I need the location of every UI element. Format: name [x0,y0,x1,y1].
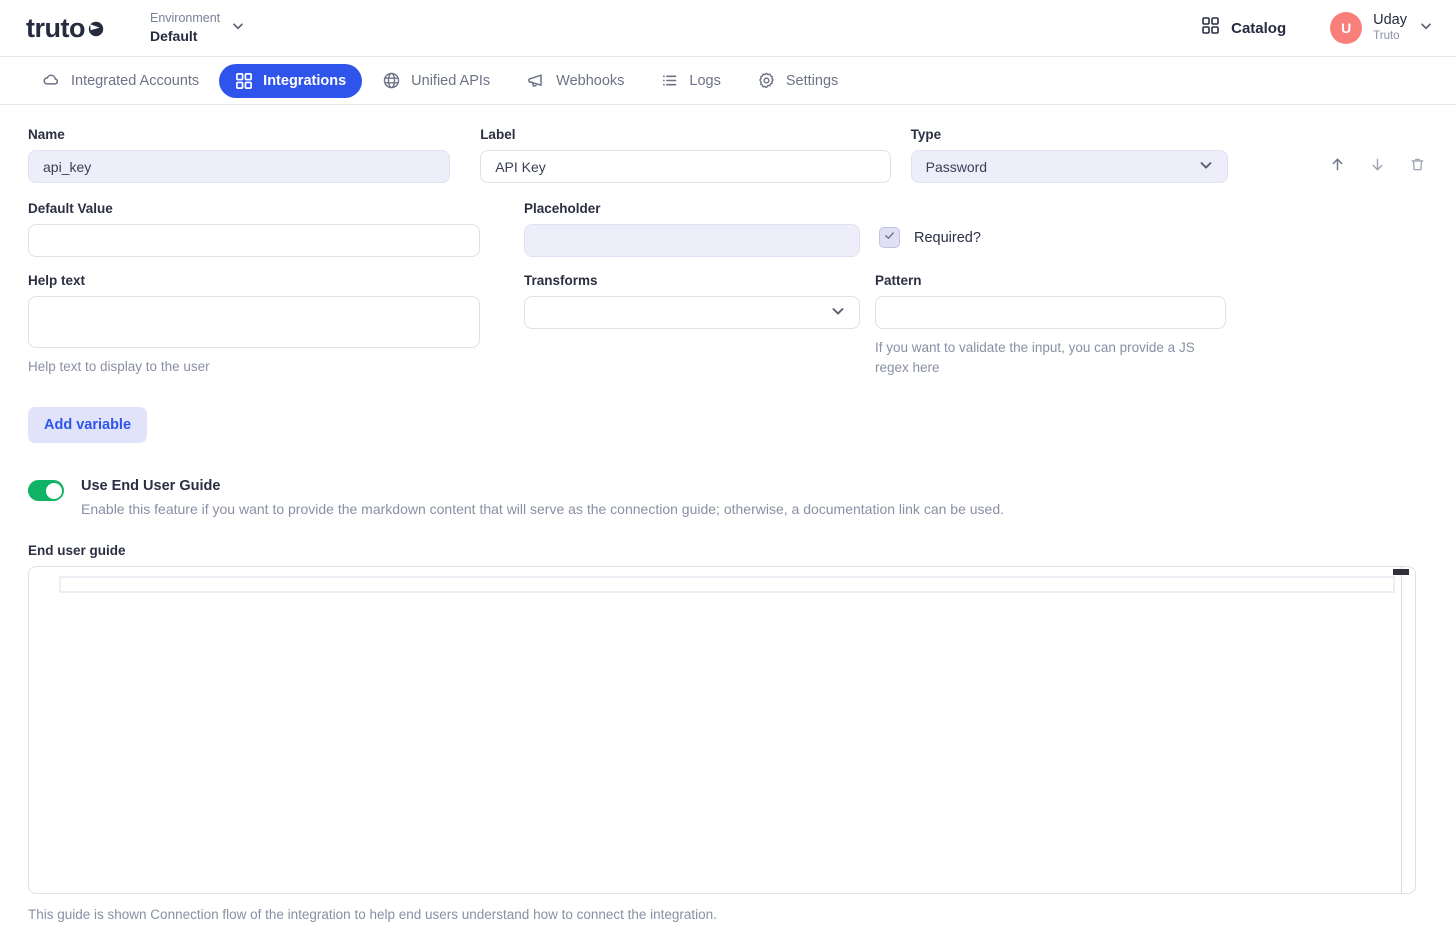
type-select-value: Password [925,158,988,175]
tab-integrations[interactable]: Integrations [219,63,363,98]
label-label: Label [480,127,516,142]
environment-label: Environment [149,11,221,26]
transforms-select[interactable] [524,296,860,329]
transforms-label: Transforms [524,273,598,288]
gear-icon [757,71,776,90]
type-field-group: Type Password [910,127,1228,183]
editor-scrollbar-track[interactable] [1401,567,1402,894]
use-end-user-guide-description: Enable this feature if you want to provi… [81,500,1004,517]
grid-icon [235,72,253,90]
variable-row-actions [1326,127,1428,175]
tab-label: Unified APIs [411,72,491,89]
help-text-textarea[interactable] [28,296,480,348]
chevron-down-icon [1418,18,1434,39]
user-text: Uday Truto [1373,12,1407,43]
variable-editor-content: Name Label Type Password [0,105,1456,922]
transforms-group: Transforms [524,273,860,329]
use-end-user-guide-row: Use End User Guide Enable this feature i… [28,477,1428,519]
end-user-guide-label: End user guide [28,543,126,559]
use-end-user-guide-title: Use End User Guide [81,478,221,495]
editor-scrollbar-thumb[interactable] [1393,569,1409,576]
required-checkbox[interactable] [879,227,900,248]
help-text-group: Help text Help text to display to the us… [28,273,480,377]
top-bar: truto Environment Default Catalog U Uday… [0,0,1456,57]
tab-label: Integrations [263,72,347,89]
chevron-down-icon [1197,156,1215,177]
required-label: Required? [914,229,981,246]
environment-value: Default [149,27,198,44]
name-label: Name [28,127,65,142]
move-up-button[interactable] [1326,153,1348,175]
placeholder-group: Placeholder [524,201,860,257]
placeholder-input[interactable] [524,224,860,257]
cloud-icon [42,71,61,90]
add-variable-button[interactable]: Add variable [28,407,148,444]
tab-label: Logs [689,72,721,89]
catalog-button[interactable]: Catalog [1201,16,1286,40]
tab-settings[interactable]: Settings [741,63,854,98]
default-value-group: Default Value [28,201,480,257]
use-end-user-guide-text: Use End User Guide Enable this feature i… [81,477,1004,519]
end-user-guide-editor-toolbar[interactable] [59,576,1395,594]
list-icon [660,71,679,90]
tab-label: Integrated Accounts [71,72,200,89]
variable-row-secondary: Default Value Placeholder Required? [28,201,1428,257]
chevron-down-icon [829,302,847,323]
end-user-guide-editor[interactable] [28,566,1416,895]
move-down-button[interactable] [1366,153,1388,175]
main-navigation: Integrated Accounts Integrations Unified… [0,57,1456,105]
end-user-guide-hint: This guide is shown Connection flow of t… [28,907,717,923]
logo-text: truto [26,12,85,43]
environment-text: Environment Default [150,11,220,45]
delete-variable-button[interactable] [1406,153,1428,175]
avatar: U [1330,12,1363,44]
catalog-label: Catalog [1231,19,1287,37]
globe-icon [382,71,401,90]
user-name: Uday [1373,12,1407,29]
help-text-label: Help text [28,273,86,288]
tab-logs[interactable]: Logs [644,63,736,98]
variable-row-tertiary: Help text Help text to display to the us… [28,273,1428,377]
variable-row-primary: Name Label Type Password [28,127,1428,183]
type-select[interactable]: Password [910,150,1228,183]
toggle-knob [45,482,62,499]
pattern-hint: If you want to validate the input, you c… [875,340,1195,375]
user-org: Truto [1373,29,1400,42]
tab-webhooks[interactable]: Webhooks [510,63,640,99]
type-label: Type [910,127,942,142]
tab-unified-apis[interactable]: Unified APIs [366,63,506,98]
pattern-label: Pattern [875,273,922,288]
pattern-input[interactable] [875,296,1226,329]
tab-integrated-accounts[interactable]: Integrated Accounts [26,63,215,98]
required-group: Required? [879,201,981,248]
name-field-group: Name [28,127,451,183]
label-field-group: Label [480,127,891,183]
environment-selector[interactable]: Environment Default [150,11,246,45]
grid-icon [1201,16,1220,40]
default-value-input[interactable] [28,224,480,257]
help-text-hint: Help text to display to the user [28,359,210,374]
label-input[interactable] [480,150,891,183]
pattern-group: Pattern If you want to validate the inpu… [875,273,1226,377]
megaphone-icon [526,71,546,91]
tab-label: Webhooks [556,72,625,89]
name-input[interactable] [28,150,451,183]
chevron-down-icon [230,18,246,39]
check-icon [883,229,896,247]
truto-logo-mark-icon [86,18,106,38]
use-end-user-guide-toggle[interactable] [28,480,64,502]
user-menu[interactable]: U Uday Truto [1330,12,1434,44]
app-logo[interactable]: truto [26,13,106,44]
tab-label: Settings [785,72,839,89]
placeholder-label: Placeholder [524,201,601,216]
default-value-label: Default Value [28,201,113,216]
